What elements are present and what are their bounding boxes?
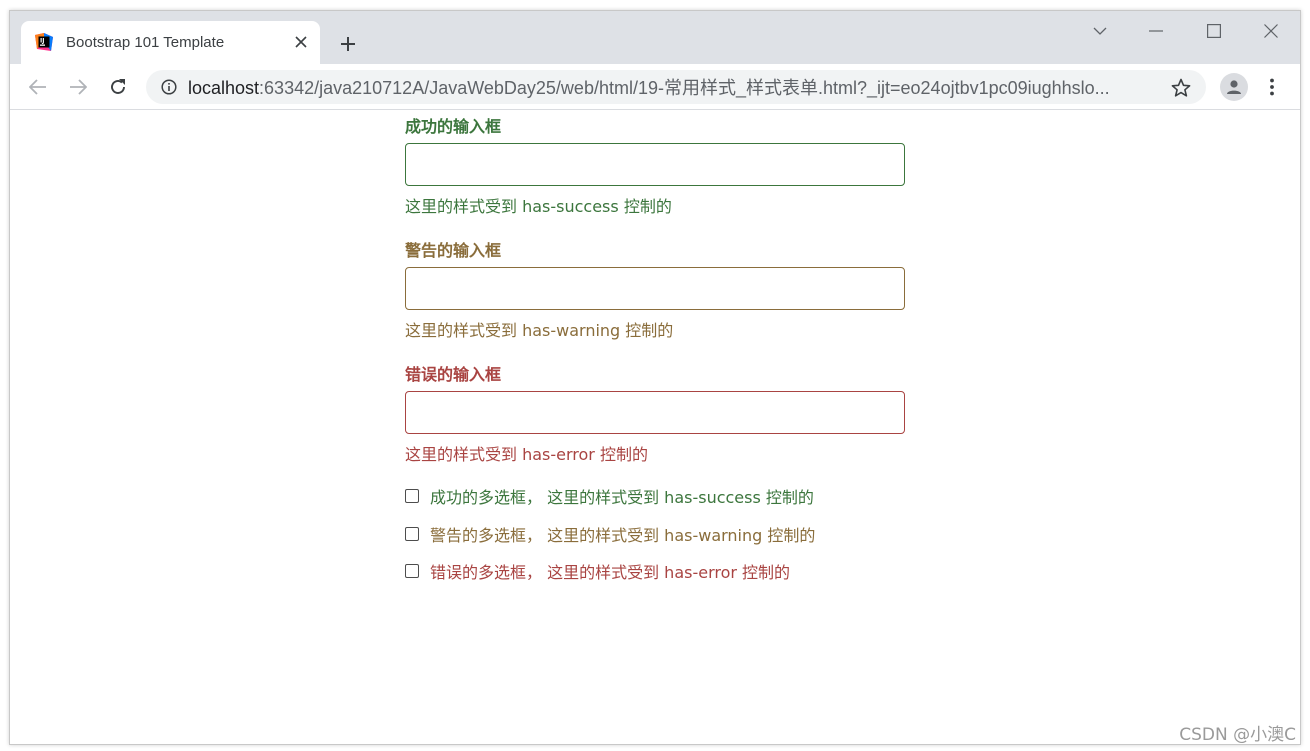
tab-bootstrap-template[interactable]: IJ Bootstrap 101 Template: [21, 21, 320, 64]
error-input[interactable]: [405, 391, 905, 434]
error-help-text: 这里的样式受到 has-error 控制的: [405, 445, 648, 464]
profile-button[interactable]: [1220, 73, 1248, 101]
success-input-label: 成功的输入框: [405, 117, 502, 136]
success-checkbox[interactable]: [405, 489, 419, 503]
page-content: 成功的输入框 这里的样式受到 has-success 控制的 警告的输入框 这里…: [10, 111, 1300, 744]
new-tab-button[interactable]: [336, 32, 360, 56]
warning-checkbox-label: 警告的多选框， 这里的样式受到 has-warning 控制的: [430, 526, 816, 545]
error-checkbox[interactable]: [405, 564, 419, 578]
error-checkbox-label: 错误的多选框， 这里的样式受到 has-error 控制的: [430, 563, 791, 582]
site-info-button[interactable]: [160, 78, 178, 96]
browser-menu-button[interactable]: [1260, 73, 1284, 101]
tab-title: Bootstrap 101 Template: [66, 34, 225, 51]
back-button[interactable]: [24, 73, 52, 101]
tab-search-button[interactable]: [1080, 19, 1120, 43]
warning-input[interactable]: [405, 267, 905, 310]
warning-checkbox-row[interactable]: 警告的多选框， 这里的样式受到 has-warning 控制的: [405, 522, 815, 546]
maximize-icon: [1207, 24, 1221, 38]
info-icon: [161, 79, 177, 95]
kebab-menu-icon: [1270, 78, 1274, 96]
arrow-right-icon: [70, 79, 87, 95]
window-close-button[interactable]: [1251, 19, 1291, 43]
csdn-watermark: CSDN @小澳C: [1179, 725, 1296, 745]
chevron-down-icon: [1093, 27, 1107, 35]
browser-toolbar: localhost:63342/java210712A/JavaWebDay25…: [10, 64, 1300, 110]
close-icon: [1264, 24, 1278, 38]
star-icon: [1171, 78, 1191, 97]
url-host: localhost: [188, 78, 260, 98]
url-path: :63342/java210712A/JavaWebDay25/web/html…: [259, 78, 1110, 98]
maximize-button[interactable]: [1194, 19, 1234, 43]
warning-input-label: 警告的输入框: [405, 241, 502, 260]
reload-button[interactable]: [104, 73, 132, 101]
success-checkbox-row[interactable]: 成功的多选框， 这里的样式受到 has-success 控制的: [405, 484, 814, 508]
reload-icon: [111, 79, 125, 94]
minimize-icon: [1149, 30, 1163, 32]
warning-help-text: 这里的样式受到 has-warning 控制的: [405, 321, 674, 340]
plus-icon: [341, 37, 355, 51]
bookmark-button[interactable]: [1170, 77, 1192, 99]
account-icon: [1227, 80, 1241, 94]
warning-checkbox[interactable]: [405, 527, 419, 541]
success-checkbox-label: 成功的多选框， 这里的样式受到 has-success 控制的: [430, 488, 814, 507]
arrow-left-icon: [29, 79, 46, 95]
address-bar[interactable]: localhost:63342/java210712A/JavaWebDay25…: [146, 70, 1206, 104]
success-input[interactable]: [405, 143, 905, 186]
tab-close-button[interactable]: [291, 32, 311, 52]
minimize-button[interactable]: [1136, 19, 1176, 43]
close-icon: [295, 36, 307, 48]
browser-window: IJ Bootstrap 101 Template localhost:6334…: [9, 10, 1301, 745]
error-input-label: 错误的输入框: [405, 365, 502, 384]
tab-strip: IJ Bootstrap 101 Template: [10, 11, 1300, 64]
jetbrains-icon: IJ: [35, 33, 53, 51]
success-help-text: 这里的样式受到 has-success 控制的: [405, 197, 672, 216]
svg-text:IJ: IJ: [40, 38, 44, 45]
forward-button[interactable]: [64, 73, 92, 101]
error-checkbox-row[interactable]: 错误的多选框， 这里的样式受到 has-error 控制的: [405, 559, 790, 583]
url-text[interactable]: localhost:63342/java210712A/JavaWebDay25…: [188, 78, 1118, 98]
